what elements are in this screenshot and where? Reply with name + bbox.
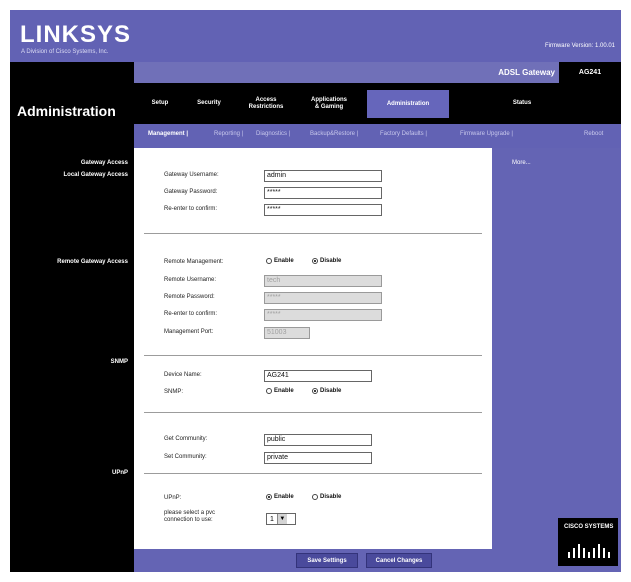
main-tabs: Setup Security Access Restrictions Appli… xyxy=(134,83,621,124)
set-community-label: Set Community: xyxy=(164,454,207,460)
divider xyxy=(144,473,482,474)
radio-off-icon xyxy=(312,494,318,500)
page-title: Administration xyxy=(17,103,116,119)
upnp-disable-text: Disable xyxy=(320,494,342,500)
gateway-reenter-label: Re-enter to confirm: xyxy=(164,206,218,212)
device-name-input[interactable]: AG241 xyxy=(264,370,372,382)
radio-on-icon xyxy=(312,258,318,264)
router-admin-window: LINKSYS A Division of Cisco Systems, Inc… xyxy=(10,10,621,572)
help-panel: More... xyxy=(492,148,621,549)
snmp-disable-text: Disable xyxy=(320,388,342,394)
upnp-enable-text: Enable xyxy=(274,494,294,500)
tab-access-restrictions[interactable]: Access Restrictions xyxy=(238,83,294,124)
management-port-input[interactable]: 51003 xyxy=(264,327,310,339)
radio-on-icon xyxy=(266,494,272,500)
section-upnp: UPnP xyxy=(111,470,128,476)
snmp-label: SNMP: xyxy=(164,389,184,395)
label-remote-gateway-access: Remote Gateway Access xyxy=(57,259,128,265)
pvc-select-label: please select a pvc connection to use: xyxy=(164,510,216,524)
remote-management-enable-radio[interactable]: Enable xyxy=(266,258,294,264)
snmp-disable-radio[interactable]: Disable xyxy=(312,388,341,394)
remote-management-label: Remote Management: xyxy=(164,259,224,265)
remote-management-disable-radio[interactable]: Disable xyxy=(312,258,341,264)
subtab-backup-restore[interactable]: Backup&Restore | xyxy=(310,131,358,137)
remote-username-input[interactable]: tech xyxy=(264,275,382,287)
remote-username-label: Remote Username: xyxy=(164,277,217,283)
page-title-panel: Administration xyxy=(10,62,134,148)
help-more-link[interactable]: More... xyxy=(512,160,531,166)
upnp-label: UPnP: xyxy=(164,495,182,501)
upnp-disable-radio[interactable]: Disable xyxy=(312,494,341,500)
device-name-label: Device Name: xyxy=(164,372,202,378)
subtab-factory-defaults[interactable]: Factory Defaults | xyxy=(380,131,427,137)
remote-password-input[interactable]: ***** xyxy=(264,292,382,304)
radio-off-icon xyxy=(266,258,272,264)
set-community-input[interactable]: private xyxy=(264,452,372,464)
tab-setup[interactable]: Setup xyxy=(140,83,180,124)
pvc-select-value: 1 xyxy=(270,515,274,523)
model-number: AG241 xyxy=(559,62,621,83)
firmware-version: Firmware Version: 1.00.01 xyxy=(544,43,615,49)
remote-password-label: Remote Password: xyxy=(164,294,215,300)
gateway-reenter-input[interactable]: ***** xyxy=(264,204,382,216)
nav-header: ADSL Gateway AG241 Setup Security Access… xyxy=(134,62,621,148)
pvc-select[interactable]: 1 ▼ xyxy=(266,513,296,525)
cisco-bridge-icon xyxy=(568,544,610,558)
remote-reenter-label: Re-enter to confirm: xyxy=(164,311,218,317)
brand-header: LINKSYS A Division of Cisco Systems, Inc… xyxy=(10,10,621,62)
save-settings-button[interactable]: Save Settings xyxy=(296,553,358,568)
cisco-logo: CISCO SYSTEMS xyxy=(558,518,618,566)
divider xyxy=(144,233,482,234)
gateway-password-input[interactable]: ***** xyxy=(264,187,382,199)
sub-tabs: Management | Reporting | Diagnostics | B… xyxy=(134,124,621,148)
gateway-username-input[interactable]: admin xyxy=(264,170,382,182)
radio-on-icon xyxy=(312,388,318,394)
gateway-password-label: Gateway Password: xyxy=(164,189,218,195)
divider xyxy=(144,355,482,356)
footer-left xyxy=(10,549,134,572)
tab-applications-gaming[interactable]: Applications & Gaming xyxy=(300,83,358,124)
snmp-enable-text: Enable xyxy=(274,388,294,394)
management-port-label: Management Port: xyxy=(164,329,214,335)
product-strip: ADSL Gateway AG241 xyxy=(134,62,621,83)
subtab-reporting[interactable]: Reporting | xyxy=(214,131,243,137)
subtab-firmware-upgrade[interactable]: Firmware Upgrade | xyxy=(460,131,513,137)
product-name: ADSL Gateway xyxy=(498,68,555,77)
gateway-username-label: Gateway Username: xyxy=(164,172,219,178)
subtab-management[interactable]: Management | xyxy=(148,131,188,137)
get-community-input[interactable]: public xyxy=(264,434,372,446)
upnp-enable-radio[interactable]: Enable xyxy=(266,494,294,500)
radio-off-icon xyxy=(266,388,272,394)
remote-reenter-input[interactable]: ***** xyxy=(264,309,382,321)
tab-administration[interactable]: Administration xyxy=(367,90,449,118)
section-gateway-access: Gateway Access xyxy=(80,160,128,166)
tab-status[interactable]: Status xyxy=(494,83,550,124)
tab-security[interactable]: Security xyxy=(186,83,232,124)
linksys-logo: LINKSYS xyxy=(20,21,132,48)
chevron-down-icon[interactable]: ▼ xyxy=(276,514,287,524)
subtab-diagnostics[interactable]: Diagnostics | xyxy=(256,131,290,137)
get-community-label: Get Community: xyxy=(164,436,208,442)
settings-form: Gateway Username: admin Gateway Password… xyxy=(134,148,492,549)
section-sidebar: Gateway Access Local Gateway Access Remo… xyxy=(10,148,134,549)
section-snmp: SNMP xyxy=(110,359,128,365)
snmp-enable-radio[interactable]: Enable xyxy=(266,388,294,394)
footer-bar: Save Settings Cancel Changes xyxy=(134,549,492,572)
label-local-gateway-access: Local Gateway Access xyxy=(63,172,128,178)
divider xyxy=(144,412,482,413)
logo-subtitle: A Division of Cisco Systems, Inc. xyxy=(21,49,109,55)
remote-disable-text: Disable xyxy=(320,258,342,264)
cancel-changes-button[interactable]: Cancel Changes xyxy=(366,553,432,568)
subtab-reboot[interactable]: Reboot xyxy=(584,131,603,137)
remote-enable-text: Enable xyxy=(274,258,294,264)
